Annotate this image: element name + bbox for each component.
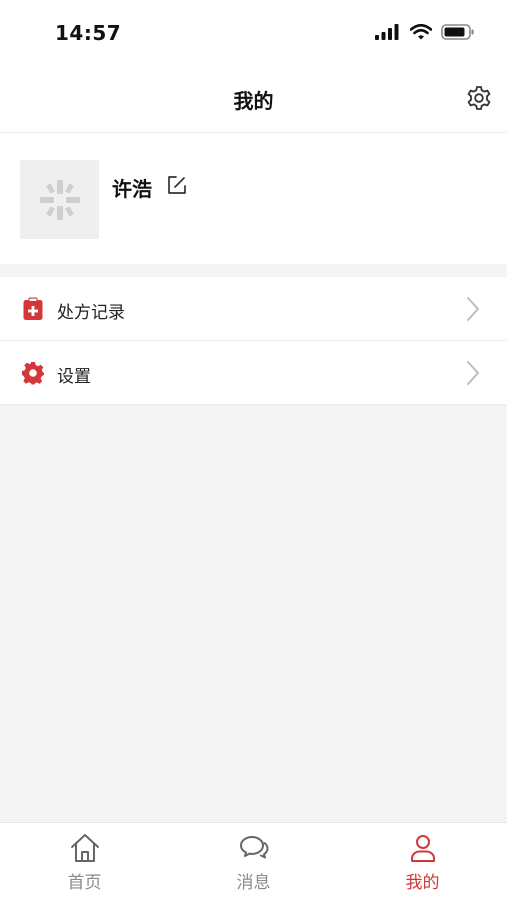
user-name: 许浩	[112, 177, 152, 201]
battery-icon	[441, 24, 474, 40]
avatar[interactable]	[20, 160, 99, 239]
page-title: 我的	[233, 89, 274, 113]
tab-messages[interactable]: 消息	[169, 823, 338, 900]
menu-item-label: 设置	[57, 367, 91, 387]
tab-label: 首页	[67, 873, 102, 893]
prescription-icon	[23, 297, 43, 320]
status-icons	[375, 24, 475, 40]
gear-icon[interactable]	[465, 84, 493, 112]
gear-icon	[22, 362, 44, 385]
tab-home[interactable]: 首页	[0, 823, 169, 900]
chat-icon	[239, 836, 268, 859]
wifi-icon	[410, 24, 432, 40]
edit-icon[interactable]	[166, 174, 188, 196]
menu-item-settings[interactable]: 设置	[0, 341, 507, 405]
signal-icon	[375, 24, 399, 40]
user-icon	[410, 835, 435, 862]
tab-label: 消息	[236, 873, 271, 893]
chevron-right-icon	[467, 361, 479, 385]
menu-item-prescription-records[interactable]: 处方记录	[0, 277, 507, 341]
tab-mine[interactable]: 我的	[338, 823, 507, 900]
nav-bar: 我的	[0, 66, 507, 133]
status-time: 14:57	[55, 21, 122, 45]
profile-card[interactable]: 许浩	[0, 133, 507, 264]
logo-placeholder-icon	[39, 179, 80, 220]
tab-label: 我的	[405, 873, 440, 893]
tab-bar: 首页 消息 我的	[0, 822, 507, 900]
menu-item-label: 处方记录	[57, 303, 125, 323]
chevron-right-icon	[467, 297, 479, 321]
status-bar: 14:57	[0, 0, 507, 66]
menu-list: 处方记录 设置	[0, 277, 507, 405]
home-icon	[70, 834, 99, 862]
